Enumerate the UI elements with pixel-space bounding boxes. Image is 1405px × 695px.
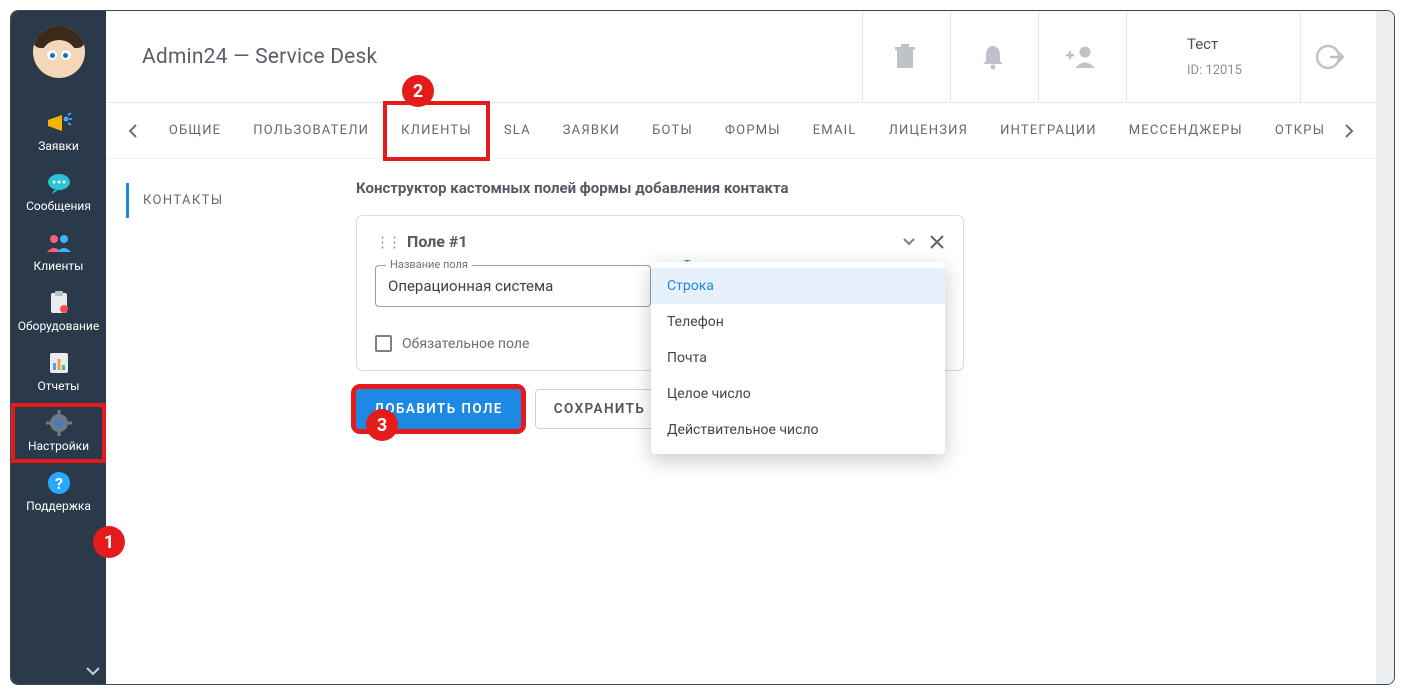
subnav: КОНТАКТЫ xyxy=(106,179,356,684)
close-icon xyxy=(929,234,945,250)
sidebar-item-reports[interactable]: Отчеты xyxy=(11,343,106,403)
tab-license[interactable]: ЛИЦЕНЗИЯ xyxy=(873,103,985,159)
field-name-label: Название поля xyxy=(386,258,472,271)
sidebar-item-requests[interactable]: Заявки xyxy=(11,103,106,163)
tab-sla[interactable]: SLA xyxy=(488,103,547,159)
person-add-icon xyxy=(1066,45,1096,69)
tab-forms[interactable]: ФОРМЫ xyxy=(709,103,797,159)
sidebar-item-messages[interactable]: Сообщения xyxy=(11,163,106,223)
sidebar-item-label: Заявки xyxy=(11,139,106,153)
svg-text:?: ? xyxy=(55,474,63,493)
tab-requests[interactable]: ЗАЯВКИ xyxy=(547,103,636,159)
delete-button[interactable] xyxy=(862,11,946,103)
save-button[interactable]: СОХРАНИТЬ xyxy=(535,389,664,429)
chat-icon xyxy=(11,169,106,197)
sidebar-item-label: Сообщения xyxy=(11,199,106,213)
gear-icon xyxy=(11,409,106,437)
dropdown-option-float[interactable]: Действительное число xyxy=(651,412,945,448)
bell-icon xyxy=(982,44,1004,70)
dropdown-option-integer[interactable]: Целое число xyxy=(651,376,945,412)
field-type-dropdown: Строка Телефон Почта Целое число Действи… xyxy=(651,262,945,454)
scrollbar-vertical[interactable] xyxy=(1376,11,1394,684)
drag-handle-icon[interactable]: ⋮⋮ xyxy=(375,233,399,251)
annotation-2: 2 xyxy=(402,75,434,107)
chevron-down-icon xyxy=(903,238,915,246)
help-icon: ? xyxy=(11,469,106,497)
field-name-input[interactable] xyxy=(376,266,650,306)
avatar[interactable] xyxy=(33,26,85,78)
main-area: Admin24 — Service Desk Тест ID: 12015 xyxy=(106,11,1376,684)
tab-open[interactable]: ОТКРЫ xyxy=(1259,103,1329,159)
annotation-3: 3 xyxy=(366,409,398,441)
dropdown-option-string[interactable]: Строка xyxy=(651,268,945,304)
annotation-1: 1 xyxy=(93,526,125,558)
field-name-input-wrap: Название поля xyxy=(375,265,651,307)
tab-users[interactable]: ПОЛЬЗОВАТЕЛИ xyxy=(237,103,385,159)
collapse-toggle[interactable] xyxy=(903,238,915,246)
chart-icon xyxy=(11,349,106,377)
page-title: Admin24 — Service Desk xyxy=(142,45,858,69)
panel: Конструктор кастомных полей формы добавл… xyxy=(356,179,1376,684)
logout-button[interactable] xyxy=(1300,11,1358,103)
sidebar: Заявки Сообщения Клиенты Оборудование xyxy=(11,11,106,684)
sidebar-item-label: Настройки xyxy=(11,439,106,453)
sidebar-item-label: Оборудование xyxy=(11,319,106,333)
sidebar-item-clients[interactable]: Клиенты xyxy=(11,223,106,283)
sidebar-item-support[interactable]: ? Поддержка xyxy=(11,463,106,523)
dropdown-option-email[interactable]: Почта xyxy=(651,340,945,376)
card-title: Поле #1 xyxy=(407,232,895,251)
subnav-contacts[interactable]: КОНТАКТЫ xyxy=(126,183,336,218)
sidebar-item-settings[interactable]: Настройки xyxy=(11,403,106,463)
megaphone-icon xyxy=(11,109,106,137)
sidebar-item-label: Отчеты xyxy=(11,379,106,393)
dropdown-option-phone[interactable]: Телефон xyxy=(651,304,945,340)
user-chip[interactable]: Тест ID: 12015 xyxy=(1126,11,1296,103)
delete-field-button[interactable] xyxy=(929,234,945,250)
sidebar-item-label: Поддержка xyxy=(11,499,106,513)
people-icon xyxy=(11,229,106,257)
sidebar-item-label: Клиенты xyxy=(11,259,106,273)
required-label: Обязательное поле xyxy=(402,336,529,352)
chevron-down-icon[interactable] xyxy=(86,666,100,676)
required-checkbox[interactable] xyxy=(375,335,392,352)
notifications-button[interactable] xyxy=(950,11,1034,103)
sidebar-item-equipment[interactable]: Оборудование xyxy=(11,283,106,343)
user-name: Тест xyxy=(1187,35,1218,53)
logout-icon xyxy=(1316,43,1344,71)
tab-messengers[interactable]: МЕССЕНДЖЕРЫ xyxy=(1113,103,1259,159)
settings-tabs: ОБЩИЕ ПОЛЬЗОВАТЕЛИ КЛИЕНТЫ SLA ЗАЯВКИ БО… xyxy=(106,103,1376,159)
user-id: ID: 12015 xyxy=(1187,63,1242,78)
tab-clients[interactable]: КЛИЕНТЫ xyxy=(385,103,488,159)
add-user-button[interactable] xyxy=(1038,11,1122,103)
tab-general[interactable]: ОБЩИЕ xyxy=(153,103,237,159)
clipboard-icon xyxy=(11,289,106,317)
tab-bots[interactable]: БОТЫ xyxy=(636,103,709,159)
tab-integrations[interactable]: ИНТЕГРАЦИИ xyxy=(984,103,1113,159)
panel-title: Конструктор кастомных полей формы добавл… xyxy=(356,179,1336,197)
content: КОНТАКТЫ Конструктор кастомных полей фор… xyxy=(106,159,1376,684)
tabs-scroll-right[interactable] xyxy=(1329,124,1368,138)
topbar: Admin24 — Service Desk Тест ID: 12015 xyxy=(106,11,1376,103)
trash-icon xyxy=(894,44,916,70)
field-card: ⋮⋮ Поле #1 Название поля xyxy=(356,215,964,371)
tab-email[interactable]: EMAIL xyxy=(797,103,873,159)
tabs-scroll-left[interactable] xyxy=(114,124,153,138)
